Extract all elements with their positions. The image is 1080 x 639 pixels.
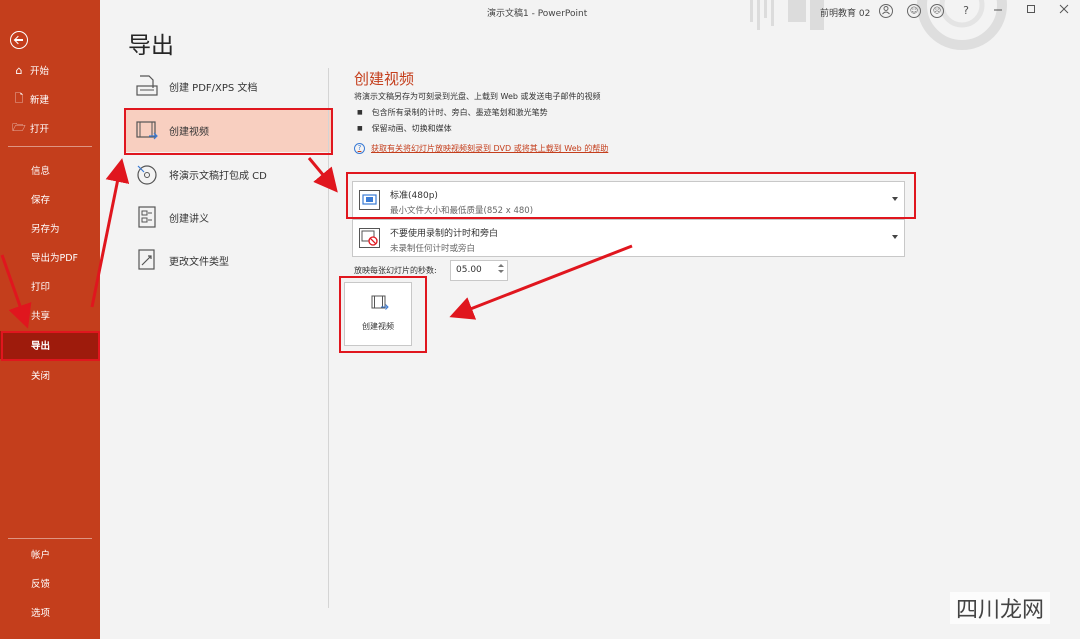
pdf-document-icon <box>135 75 159 97</box>
page-title: 导出 <box>128 33 174 59</box>
cd-disc-icon <box>135 163 159 185</box>
sidebar-item-save-as[interactable]: 另存为 <box>0 214 100 242</box>
question-circle-icon: ? <box>354 143 365 154</box>
seconds-per-slide-label: 放映每张幻灯片的秒数: <box>354 266 437 275</box>
close-window-icon[interactable] <box>1057 4 1071 18</box>
spinner-down-icon[interactable] <box>498 270 504 273</box>
annotation-box-quality <box>346 172 916 219</box>
export-option-pdf[interactable]: 创建 PDF/XPS 文档 <box>126 64 331 108</box>
backstage-sidebar: ⌂ 开始 🗋 新建 🗁 打开 信息 保存 另存为 导出为PDF 打印 共享 导出… <box>0 0 100 639</box>
sidebar-item-options[interactable]: 选项 <box>0 598 100 626</box>
folder-open-icon: 🗁 <box>12 120 26 134</box>
sidebar-item-account[interactable]: 帐户 <box>0 540 100 568</box>
sidebar-item-new[interactable]: 🗋 新建 <box>0 85 100 113</box>
help-link[interactable]: ? 获取有关将幻灯片放映视频刻录到 DVD 或将其上载到 Web 的帮助 <box>354 143 608 154</box>
annotation-box-create-video <box>124 108 333 155</box>
export-option-package-cd[interactable]: 将演示文稿打包成 CD <box>126 152 331 196</box>
window-title: 演示文稿1 - PowerPoint <box>487 9 588 19</box>
no-narration-icon <box>359 228 380 248</box>
chevron-down-icon <box>892 235 898 239</box>
home-icon: ⌂ <box>15 63 23 77</box>
frown-feedback-icon[interactable]: ☹ <box>930 4 944 18</box>
sidebar-item-close[interactable]: 关闭 <box>0 361 100 389</box>
sidebar-item-open[interactable]: 🗁 打开 <box>0 114 100 142</box>
timing-narration-dropdown[interactable]: 不要使用录制的计时和旁白 未录制任何计时或旁白 <box>352 219 905 257</box>
help-icon[interactable]: ? <box>959 4 973 18</box>
sidebar-item-save[interactable]: 保存 <box>0 185 100 213</box>
smile-feedback-icon[interactable]: ☺ <box>907 4 921 18</box>
video-description: 将演示文稿另存为可刻录到光盘、上载到 Web 或发送电子邮件的视频 <box>354 92 601 101</box>
maximize-icon[interactable] <box>1024 4 1038 18</box>
annotation-box-export <box>1 331 100 361</box>
back-arrow-icon[interactable] <box>10 31 28 49</box>
spinner-buttons[interactable] <box>497 263 505 278</box>
seconds-per-slide-input[interactable]: 05.00 <box>450 260 508 281</box>
section-title-create-video: 创建视频 <box>354 70 415 88</box>
sidebar-item-export-pdf[interactable]: 导出为PDF <box>0 243 100 271</box>
bullet-item: 包含所有录制的计时、旁白、墨迹笔划和激光笔势 <box>357 107 548 118</box>
spinner-up-icon[interactable] <box>498 264 504 267</box>
sidebar-divider <box>8 146 92 147</box>
change-filetype-icon <box>135 249 159 271</box>
user-avatar-icon[interactable] <box>879 4 893 18</box>
sidebar-item-home[interactable]: ⌂ 开始 <box>0 56 100 84</box>
minimize-icon[interactable] <box>991 4 1005 18</box>
new-file-icon: 🗋 <box>14 91 24 105</box>
sidebar-item-feedback[interactable]: 反馈 <box>0 569 100 597</box>
watermark: 四川龙网 <box>950 592 1051 624</box>
export-option-change-file-type[interactable]: 更改文件类型 <box>126 238 331 282</box>
sidebar-item-share[interactable]: 共享 <box>0 301 100 329</box>
user-name[interactable]: 前明教育 02 <box>820 6 870 19</box>
bullet-item: 保留动画、切换和媒体 <box>357 123 452 134</box>
sidebar-item-info[interactable]: 信息 <box>0 156 100 184</box>
sidebar-item-print[interactable]: 打印 <box>0 272 100 300</box>
export-option-handouts[interactable]: 创建讲义 <box>126 195 331 239</box>
sidebar-divider <box>8 538 92 539</box>
handout-icon <box>135 206 159 228</box>
annotation-box-create-button <box>339 276 427 353</box>
